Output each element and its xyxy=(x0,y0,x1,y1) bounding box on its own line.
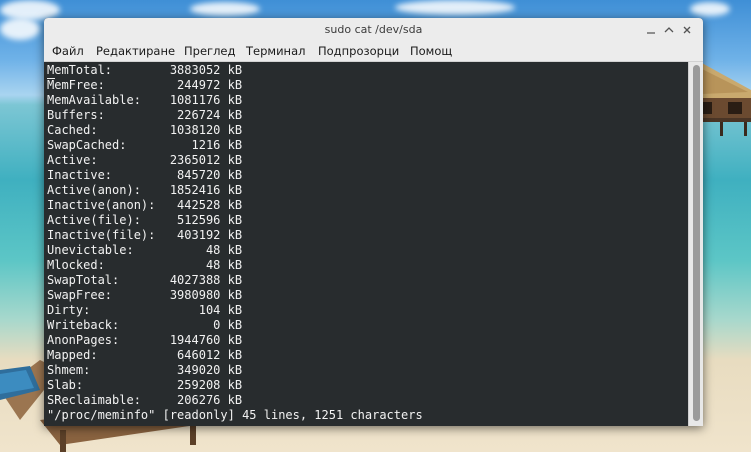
menu-file[interactable]: Файл xyxy=(52,42,84,61)
terminal-status-line: "/proc/meminfo" [readonly] 45 lines, 125… xyxy=(47,408,423,422)
maximize-icon[interactable] xyxy=(663,24,675,36)
menu-tabs[interactable]: Подпрозорци xyxy=(318,42,399,61)
terminal-line: Active: 2365012 kB xyxy=(47,153,243,167)
title-bar[interactable]: sudo cat /dev/sda xyxy=(44,18,703,43)
terminal-line: Mlocked: 48 kB xyxy=(47,258,243,272)
cloud xyxy=(190,2,260,16)
terminal-line: MemAvailable: 1081176 kB xyxy=(47,93,243,107)
terminal-line: SwapTotal: 4027388 kB xyxy=(47,273,243,287)
terminal-line: AnonPages: 1944760 kB xyxy=(47,333,243,347)
cloud xyxy=(690,2,730,16)
terminal-line: MemFree: 244972 kB xyxy=(47,78,243,92)
terminal-scrollbar[interactable] xyxy=(688,62,703,426)
terminal-line: Shmem: 349020 kB xyxy=(47,363,243,377)
terminal-line: Inactive: 845720 kB xyxy=(47,168,243,182)
terminal-line: Writeback: 0 kB xyxy=(47,318,243,332)
scrollbar-thumb[interactable] xyxy=(693,65,700,421)
close-icon[interactable] xyxy=(681,24,693,36)
terminal-line: Inactive(anon): 442528 kB xyxy=(47,198,243,212)
cloud xyxy=(395,0,515,15)
terminal-line: Cached: 1038120 kB xyxy=(47,123,243,137)
window-title: sudo cat /dev/sda xyxy=(324,23,423,36)
terminal-line: SwapFree: 3980980 kB xyxy=(47,288,243,302)
menu-view[interactable]: Преглед xyxy=(184,42,235,61)
menu-bar: Файл Редактиране Преглед Терминал Подпро… xyxy=(44,42,703,62)
cloud xyxy=(0,18,40,40)
menu-edit[interactable]: Редактиране xyxy=(96,42,175,61)
terminal-line: Inactive(file): 403192 kB xyxy=(47,228,243,242)
terminal-line: SReclaimable: 206276 kB xyxy=(47,393,243,407)
terminal-output[interactable]: MemTotal: 3883052 kB MemFree: 244972 kB … xyxy=(44,62,688,426)
terminal-line: SwapCached: 1216 kB xyxy=(47,138,243,152)
cloud xyxy=(0,0,60,20)
menu-terminal[interactable]: Терминал xyxy=(246,42,305,61)
terminal-window: sudo cat /dev/sda Файл Редактиране Прегл… xyxy=(44,18,703,426)
terminal-line: Active(anon): 1852416 kB xyxy=(47,183,243,197)
minimize-icon[interactable] xyxy=(645,24,657,36)
terminal-line: MemTotal: 3883052 kB xyxy=(47,63,243,77)
terminal-line: Dirty: 104 kB xyxy=(47,303,243,317)
terminal-line: Unevictable: 48 kB xyxy=(47,243,243,257)
terminal-line: Buffers: 226724 kB xyxy=(47,108,243,122)
terminal-line: Slab: 259208 kB xyxy=(47,378,243,392)
menu-help[interactable]: Помощ xyxy=(410,42,452,61)
terminal-line: Active(file): 512596 kB xyxy=(47,213,243,227)
terminal-line: Mapped: 646012 kB xyxy=(47,348,243,362)
